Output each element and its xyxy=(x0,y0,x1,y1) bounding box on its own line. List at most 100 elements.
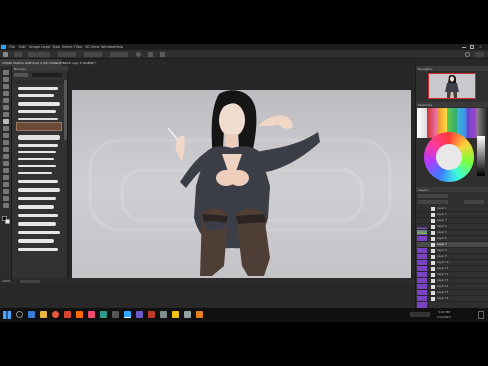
app-icon-purple[interactable] xyxy=(136,311,143,318)
brushes-scrollbar[interactable] xyxy=(64,80,67,140)
clock-date[interactable]: 2/4/2020 xyxy=(437,315,450,319)
history-brush-tool-icon[interactable] xyxy=(3,133,9,138)
shape-tool-icon[interactable] xyxy=(3,189,9,194)
app-icon-gray[interactable] xyxy=(112,311,119,318)
brush-preset-20[interactable] xyxy=(18,248,58,251)
menu-image[interactable]: Image xyxy=(29,45,40,49)
app-icon-red[interactable] xyxy=(64,311,71,318)
marquee-tool-icon[interactable] xyxy=(3,77,9,82)
type-tool-icon[interactable] xyxy=(3,175,9,180)
firefox-icon[interactable] xyxy=(76,311,83,318)
smoothing-field[interactable] xyxy=(110,52,128,57)
brush-preset-16[interactable] xyxy=(18,214,58,217)
blend-mode-dropdown[interactable] xyxy=(418,200,448,204)
edge-icon[interactable] xyxy=(28,311,35,318)
menu-view[interactable]: View xyxy=(91,45,99,49)
brush-preset-selected[interactable] xyxy=(16,122,62,131)
menu-window[interactable]: Window xyxy=(101,45,115,49)
brush-preset-18[interactable] xyxy=(18,231,60,234)
quick-select-tool-icon[interactable] xyxy=(3,91,9,96)
close-icon[interactable]: ✕ xyxy=(479,45,482,49)
chrome-icon[interactable] xyxy=(52,311,59,318)
search-icon[interactable] xyxy=(465,52,470,57)
photoshop-taskbar-icon[interactable] xyxy=(124,311,131,318)
blur-tool-icon[interactable] xyxy=(3,154,9,159)
brush-preset-17[interactable] xyxy=(18,222,56,226)
path-select-tool-icon[interactable] xyxy=(3,182,9,187)
eyedropper-tool-icon[interactable] xyxy=(3,105,9,110)
menu-layer[interactable]: Layer xyxy=(41,45,51,49)
app-icon-teal[interactable] xyxy=(100,311,107,318)
brush-preset-1[interactable] xyxy=(18,87,58,90)
dodge-tool-icon[interactable] xyxy=(3,161,9,166)
brush-tool-icon[interactable] xyxy=(3,52,8,57)
brush-preset-10[interactable] xyxy=(18,165,56,167)
lasso-tool-icon[interactable] xyxy=(3,84,9,89)
brightness-slider[interactable] xyxy=(477,136,485,176)
menu-filter[interactable]: Filter xyxy=(74,45,83,49)
search-icon[interactable] xyxy=(16,311,23,318)
hand-tool-icon[interactable] xyxy=(3,196,9,201)
menu-select[interactable]: Select xyxy=(62,45,73,49)
brush-preset-8[interactable] xyxy=(18,151,56,153)
symmetry-icon[interactable] xyxy=(160,52,165,57)
layer-filter-dropdown[interactable] xyxy=(418,194,448,198)
gear-icon[interactable] xyxy=(136,52,141,57)
opacity-field[interactable] xyxy=(464,200,484,204)
windows-start-icon[interactable] xyxy=(3,311,11,319)
brush-search-input[interactable] xyxy=(32,73,62,77)
app-icon-yellow[interactable] xyxy=(172,311,179,318)
workspace-switcher[interactable] xyxy=(475,52,484,57)
background-color-swatch[interactable] xyxy=(5,219,10,224)
brush-preset-5[interactable] xyxy=(18,118,58,120)
layer-row[interactable]: Layer 16 xyxy=(417,296,488,302)
maximize-icon[interactable] xyxy=(470,45,474,49)
move-tool-icon[interactable] xyxy=(3,70,9,75)
brush-preset-7[interactable] xyxy=(18,144,58,147)
clock-time[interactable]: 3:03 PM xyxy=(438,310,450,314)
menu-type[interactable]: Type xyxy=(52,45,60,49)
app-icon-slate[interactable] xyxy=(160,311,167,318)
system-tray-icons[interactable] xyxy=(410,312,430,317)
brush-preset-14[interactable] xyxy=(18,197,56,200)
brush-preset-13[interactable] xyxy=(18,188,60,192)
document-canvas[interactable] xyxy=(72,90,411,279)
zoom-tool-icon[interactable] xyxy=(3,203,9,208)
brush-preset-9[interactable] xyxy=(18,158,54,160)
brush-preset-3[interactable] xyxy=(18,102,60,106)
app-icon-maroon[interactable] xyxy=(148,311,155,318)
app-icon-orange[interactable] xyxy=(196,311,203,318)
brush-preset-15[interactable] xyxy=(18,205,54,209)
brush-preset-19[interactable] xyxy=(18,239,54,243)
brush-tool-icon[interactable] xyxy=(3,119,9,124)
app-icon-silver[interactable] xyxy=(184,311,191,318)
opacity-field[interactable] xyxy=(58,52,76,57)
menu-file[interactable]: File xyxy=(9,45,15,49)
menu-3d[interactable]: 3D xyxy=(85,45,90,49)
gradient-tool-icon[interactable] xyxy=(3,147,9,152)
zoom-level[interactable]: 100% xyxy=(2,279,11,283)
brush-preset-12[interactable] xyxy=(18,180,58,183)
file-explorer-icon[interactable] xyxy=(40,311,47,318)
pressure-icon[interactable] xyxy=(148,52,153,57)
notifications-icon[interactable] xyxy=(478,311,484,319)
brush-preset-6[interactable] xyxy=(18,135,60,140)
brush-preset-2[interactable] xyxy=(18,94,54,97)
healing-tool-icon[interactable] xyxy=(3,112,9,117)
brush-group-folder[interactable] xyxy=(14,80,66,84)
brush-size-picker[interactable] xyxy=(14,52,22,57)
menu-help[interactable]: Help xyxy=(115,45,123,49)
app-icon-pink[interactable] xyxy=(88,311,95,318)
flow-field[interactable] xyxy=(84,52,102,57)
stamp-tool-icon[interactable] xyxy=(3,126,9,131)
menu-edit[interactable]: Edit xyxy=(19,45,26,49)
color-wheel-center[interactable] xyxy=(436,144,462,170)
brush-preset-11[interactable] xyxy=(18,172,52,174)
pen-tool-icon[interactable] xyxy=(3,168,9,173)
brush-preset-4[interactable] xyxy=(18,110,56,113)
mode-dropdown[interactable] xyxy=(28,52,50,57)
brush-size-slider[interactable] xyxy=(14,73,28,77)
eraser-tool-icon[interactable] xyxy=(3,140,9,145)
minimize-icon[interactable] xyxy=(462,45,466,48)
document-tab[interactable]: CHASE WADYA LINE post 4 (25 CHANGE BACE … xyxy=(0,59,96,66)
